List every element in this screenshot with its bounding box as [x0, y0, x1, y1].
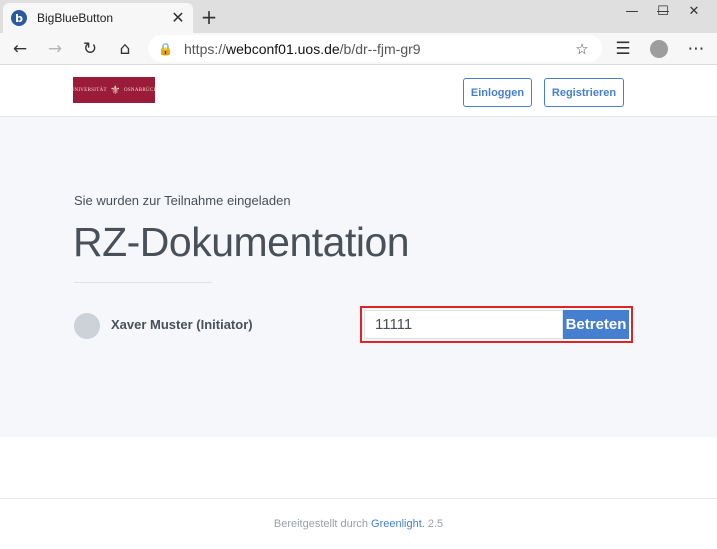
owner-avatar [74, 313, 100, 339]
close-window-button[interactable]: ✕ [676, 0, 712, 22]
bigbluebutton-favicon-icon: b [11, 10, 27, 26]
title-divider [74, 282, 212, 283]
collections-button[interactable]: ☰ [610, 36, 636, 62]
more-icon: ⋯ [687, 39, 705, 59]
url-text[interactable]: https://webconf01.uos.de/b/dr--fjm-gr9 [184, 41, 570, 57]
logo-crest-icon: ⚜ [109, 82, 121, 97]
logo-text-left: UNIVERSITÄT [70, 87, 107, 93]
forward-button[interactable]: → [42, 36, 68, 62]
url-prefix: https:// [184, 40, 227, 57]
close-tab-icon[interactable]: ✕ [169, 9, 187, 27]
back-arrow-icon: ← [12, 39, 28, 59]
footer-provided-by: Bereitgestellt durch [273, 518, 369, 530]
reload-icon: ↻ [82, 39, 98, 59]
browser-toolbar: ← → ↻ ⌂ 🔒 https://webconf01.uos.de/b/dr-… [0, 33, 717, 65]
back-button[interactable]: ← [7, 36, 33, 62]
url-host: webconf01.uos.de [226, 40, 340, 57]
page-footer: Bereitgestellt durch Greenlight. 2.5 [0, 498, 717, 549]
browser-tab[interactable]: b BigBlueButton ✕ [3, 3, 193, 33]
home-icon: ⌂ [119, 39, 131, 59]
login-button[interactable]: Einloggen [463, 78, 532, 107]
collections-icon: ☰ [615, 39, 631, 59]
url-path: /b/dr--fjm-gr9 [339, 40, 421, 57]
join-name-input[interactable] [364, 310, 563, 339]
tab-bar: b BigBlueButton ✕ + — [0, 0, 717, 33]
site-header: UNIVERSITÄT ⚜ OSNABRÜCK Einloggen Regist… [0, 66, 717, 117]
tab-title: BigBlueButton [37, 11, 114, 25]
minimize-glyph: — [625, 3, 639, 19]
logo-text-right: OSNABRÜCK [123, 87, 158, 93]
room-title: RZ-Dokumentation [73, 219, 410, 265]
join-form: Betreten [360, 306, 633, 343]
register-button[interactable]: Registrieren [544, 78, 624, 107]
greenlight-link[interactable]: Greenlight. [371, 518, 425, 530]
room-main: Sie wurden zur Teilnahme eingeladen RZ-D… [0, 117, 717, 437]
forward-arrow-icon: → [47, 39, 63, 59]
reload-button[interactable]: ↻ [77, 36, 103, 62]
join-button[interactable]: Betreten [563, 310, 629, 339]
invited-text: Sie wurden zur Teilnahme eingeladen [74, 193, 291, 208]
address-bar[interactable]: 🔒 https://webconf01.uos.de/b/dr--fjm-gr9… [148, 35, 602, 62]
profile-avatar-icon[interactable] [650, 40, 668, 58]
home-button[interactable]: ⌂ [112, 36, 138, 62]
favorite-star-icon[interactable]: ☆ [570, 40, 594, 58]
university-logo[interactable]: UNIVERSITÄT ⚜ OSNABRÜCK [70, 77, 158, 103]
new-tab-icon[interactable]: + [198, 5, 220, 29]
maximize-icon: ☐ [657, 3, 669, 19]
more-menu-button[interactable]: ⋯ [683, 36, 709, 62]
close-window-icon: ✕ [688, 3, 700, 19]
footer-version: 2.5 [427, 518, 444, 530]
lock-icon[interactable]: 🔒 [158, 42, 174, 56]
owner-name: Xaver Muster (Initiator) [111, 317, 253, 332]
